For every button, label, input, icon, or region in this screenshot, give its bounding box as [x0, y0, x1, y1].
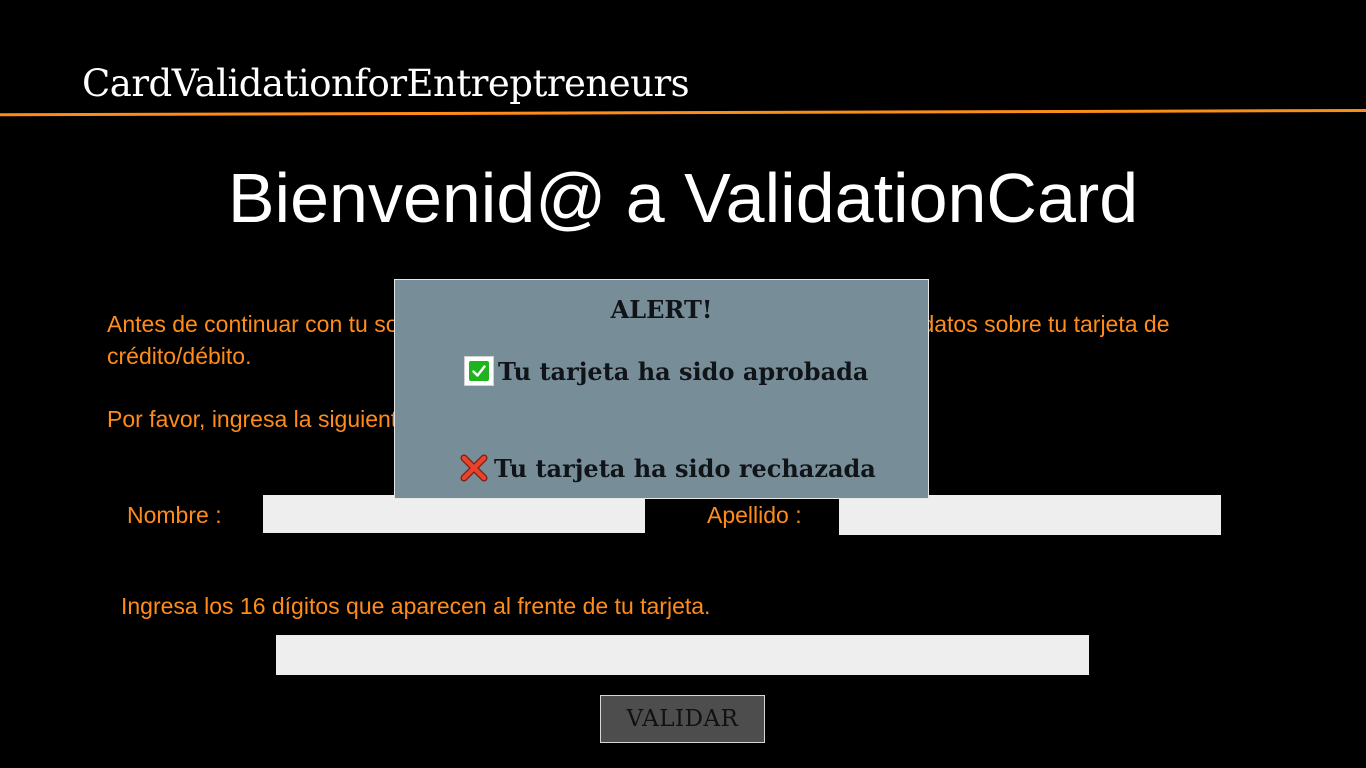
card-number-label: Ingresa los 16 dígitos que aparecen al f…	[121, 593, 711, 619]
last-name-label: Apellido :	[707, 502, 802, 528]
last-name-input[interactable]	[839, 495, 1221, 535]
approved-text: Tu tarjeta ha sido aprobada	[498, 356, 869, 386]
check-mark-icon	[464, 356, 494, 386]
card-number-input[interactable]	[276, 635, 1089, 675]
rejected-text: Tu tarjeta ha sido rechazada	[494, 453, 876, 483]
validate-button[interactable]: VALIDAR	[600, 695, 765, 743]
approved-option[interactable]: Tu tarjeta ha sido aprobada	[464, 356, 868, 386]
brand-title: CardValidationforEntreptreneurs	[82, 62, 690, 105]
first-name-label: Nombre :	[127, 502, 222, 528]
rejected-option[interactable]: Tu tarjeta ha sido rechazada	[458, 452, 876, 484]
first-name-input[interactable]	[263, 495, 645, 533]
cross-mark-icon	[460, 454, 488, 482]
alert-title: ALERT!	[610, 295, 713, 324]
header-divider	[0, 109, 1366, 117]
welcome-heading: Bienvenid@ a ValidationCard	[227, 159, 1139, 237]
alert-dialog: ALERT! Tu tarjeta ha sido aprobada Tu ta…	[394, 279, 929, 499]
